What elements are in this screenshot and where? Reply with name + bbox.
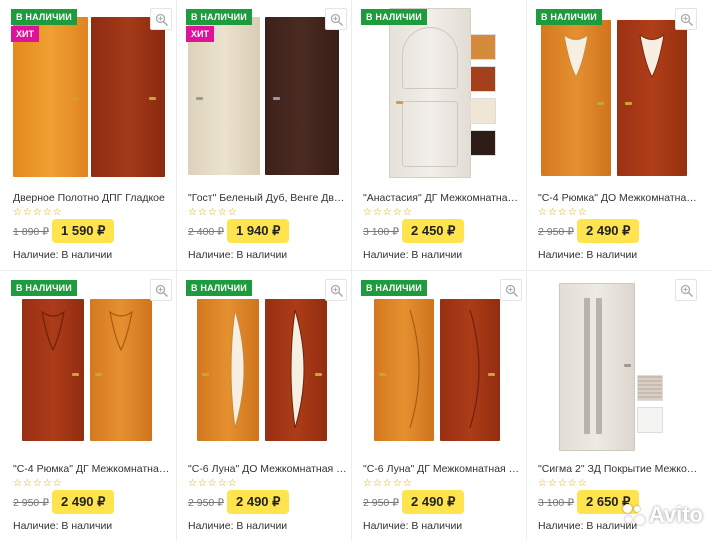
product-image[interactable] xyxy=(352,0,526,180)
rating-stars: ☆☆☆☆☆ xyxy=(363,207,413,218)
door-light-image xyxy=(374,299,434,441)
product-card[interactable]: В НАЛИЧИИ "С-6 Луна" ДО Межкомнатная Д… … xyxy=(177,271,351,540)
availability-text: Наличие: В наличии xyxy=(538,249,638,261)
rating-stars: ☆☆☆☆☆ xyxy=(538,207,588,218)
product-grid: В НАЛИЧИИ ХИТ Дверное Полотно ДПГ Гладко… xyxy=(0,0,711,540)
product-card[interactable]: В НАЛИЧИИ "С-4 Рюмка" ДО Межкомнатная … … xyxy=(527,0,701,270)
door-dark-image xyxy=(265,17,339,175)
in-stock-badge: В НАЛИЧИИ xyxy=(11,9,77,25)
current-price: 2 490 ₽ xyxy=(402,490,465,514)
color-swatch[interactable] xyxy=(470,34,496,60)
availability-text: Наличие: В наличии xyxy=(188,520,288,532)
rating-stars: ☆☆☆☆☆ xyxy=(538,478,588,489)
old-price: 2 950 ₽ xyxy=(13,497,49,509)
product-title[interactable]: "Гост" Беленый Дуб, Венге Двер… xyxy=(188,192,348,204)
zoom-icon[interactable] xyxy=(675,8,697,30)
product-card[interactable]: В НАЛИЧИИ "Анастасия" ДГ Межкомнатная … … xyxy=(352,0,526,270)
zoom-icon[interactable] xyxy=(150,8,172,30)
old-price: 2 400 ₽ xyxy=(188,226,224,238)
door-dark-image xyxy=(617,20,687,176)
product-card[interactable]: В НАЛИЧИИ "С-4 Рюмка" ДГ Межкомнатная … … xyxy=(2,271,176,540)
rating-stars: ☆☆☆☆☆ xyxy=(188,478,238,489)
product-card[interactable]: В НАЛИЧИИ "С-6 Луна" ДГ Межкомнатная Дв…… xyxy=(352,271,526,540)
rating-stars: ☆☆☆☆☆ xyxy=(13,478,63,489)
door-dark-image xyxy=(265,299,327,441)
in-stock-badge: В НАЛИЧИИ xyxy=(11,280,77,296)
zoom-icon[interactable] xyxy=(150,279,172,301)
door-glass-strip xyxy=(584,298,590,434)
availability-text: Наличие: В наличии xyxy=(13,520,113,532)
door-white-image xyxy=(389,8,471,178)
rating-stars: ☆☆☆☆☆ xyxy=(363,478,413,489)
watermark: Avito xyxy=(622,502,703,528)
current-price: 2 490 ₽ xyxy=(227,490,290,514)
color-swatch[interactable] xyxy=(637,375,663,401)
old-price: 2 950 ₽ xyxy=(363,497,399,509)
product-title[interactable]: "Анастасия" ДГ Межкомнатная … xyxy=(363,192,523,204)
product-title[interactable]: "С-6 Луна" ДО Межкомнатная Д… xyxy=(188,463,348,475)
product-title[interactable]: "Сигма 2" ЗД Покрытие Межком… xyxy=(538,463,698,475)
zoom-icon[interactable] xyxy=(325,279,347,301)
availability-text: Наличие: В наличии xyxy=(188,249,288,261)
availability-text: Наличие: В наличии xyxy=(13,249,113,261)
in-stock-badge: В НАЛИЧИИ xyxy=(361,280,427,296)
door-glass-strip xyxy=(596,298,602,434)
zoom-icon[interactable] xyxy=(500,279,522,301)
door-light-image xyxy=(197,299,259,441)
product-title[interactable]: "С-6 Луна" ДГ Межкомнатная Дв… xyxy=(363,463,523,475)
old-price: 2 950 ₽ xyxy=(188,497,224,509)
current-price: 1 590 ₽ xyxy=(52,219,115,243)
old-price: 3 100 ₽ xyxy=(538,497,574,509)
current-price: 2 450 ₽ xyxy=(402,219,465,243)
door-dark-image xyxy=(22,299,84,441)
current-price: 2 490 ₽ xyxy=(52,490,115,514)
color-swatch[interactable] xyxy=(470,130,496,156)
zoom-icon[interactable] xyxy=(325,8,347,30)
color-swatch[interactable] xyxy=(470,98,496,124)
door-panel-bottom xyxy=(402,101,458,167)
availability-text: Наличие: В наличии xyxy=(363,520,463,532)
product-title[interactable]: Дверное Полотно ДПГ Гладкое xyxy=(13,192,173,204)
color-swatch[interactable] xyxy=(470,66,496,92)
current-price: 2 490 ₽ xyxy=(577,219,640,243)
avito-logo-icon xyxy=(622,504,645,526)
old-price: 3 100 ₽ xyxy=(363,226,399,238)
product-card[interactable]: В НАЛИЧИИ ХИТ Дверное Полотно ДПГ Гладко… xyxy=(2,0,176,270)
product-card[interactable]: "Сигма 2" ЗД Покрытие Межком… ☆☆☆☆☆ 3 10… xyxy=(527,271,701,540)
zoom-icon[interactable] xyxy=(675,279,697,301)
door-dark-image xyxy=(91,17,165,177)
current-price: 1 940 ₽ xyxy=(227,219,290,243)
door-light-image xyxy=(541,20,611,176)
old-price: 2 950 ₽ xyxy=(538,226,574,238)
door-panel-top xyxy=(402,27,458,89)
in-stock-badge: В НАЛИЧИИ xyxy=(361,9,427,25)
in-stock-badge: В НАЛИЧИИ xyxy=(186,280,252,296)
door-light-image xyxy=(90,299,152,441)
color-swatch[interactable] xyxy=(637,407,663,433)
product-title[interactable]: "С-4 Рюмка" ДО Межкомнатная … xyxy=(538,192,698,204)
old-price: 1 890 ₽ xyxy=(13,226,49,238)
watermark-text: Avito xyxy=(648,502,703,527)
door-dark-image xyxy=(440,299,500,441)
availability-text: Наличие: В наличии xyxy=(363,249,463,261)
rating-stars: ☆☆☆☆☆ xyxy=(188,207,238,218)
product-card[interactable]: В НАЛИЧИИ ХИТ "Гост" Беленый Дуб, Венге … xyxy=(177,0,351,270)
in-stock-badge: В НАЛИЧИИ xyxy=(186,9,252,25)
in-stock-badge: В НАЛИЧИИ xyxy=(536,9,602,25)
door-white-image xyxy=(559,283,635,451)
product-title[interactable]: "С-4 Рюмка" ДГ Межкомнатная … xyxy=(13,463,173,475)
hit-badge: ХИТ xyxy=(11,26,39,42)
hit-badge: ХИТ xyxy=(186,26,214,42)
rating-stars: ☆☆☆☆☆ xyxy=(13,207,63,218)
